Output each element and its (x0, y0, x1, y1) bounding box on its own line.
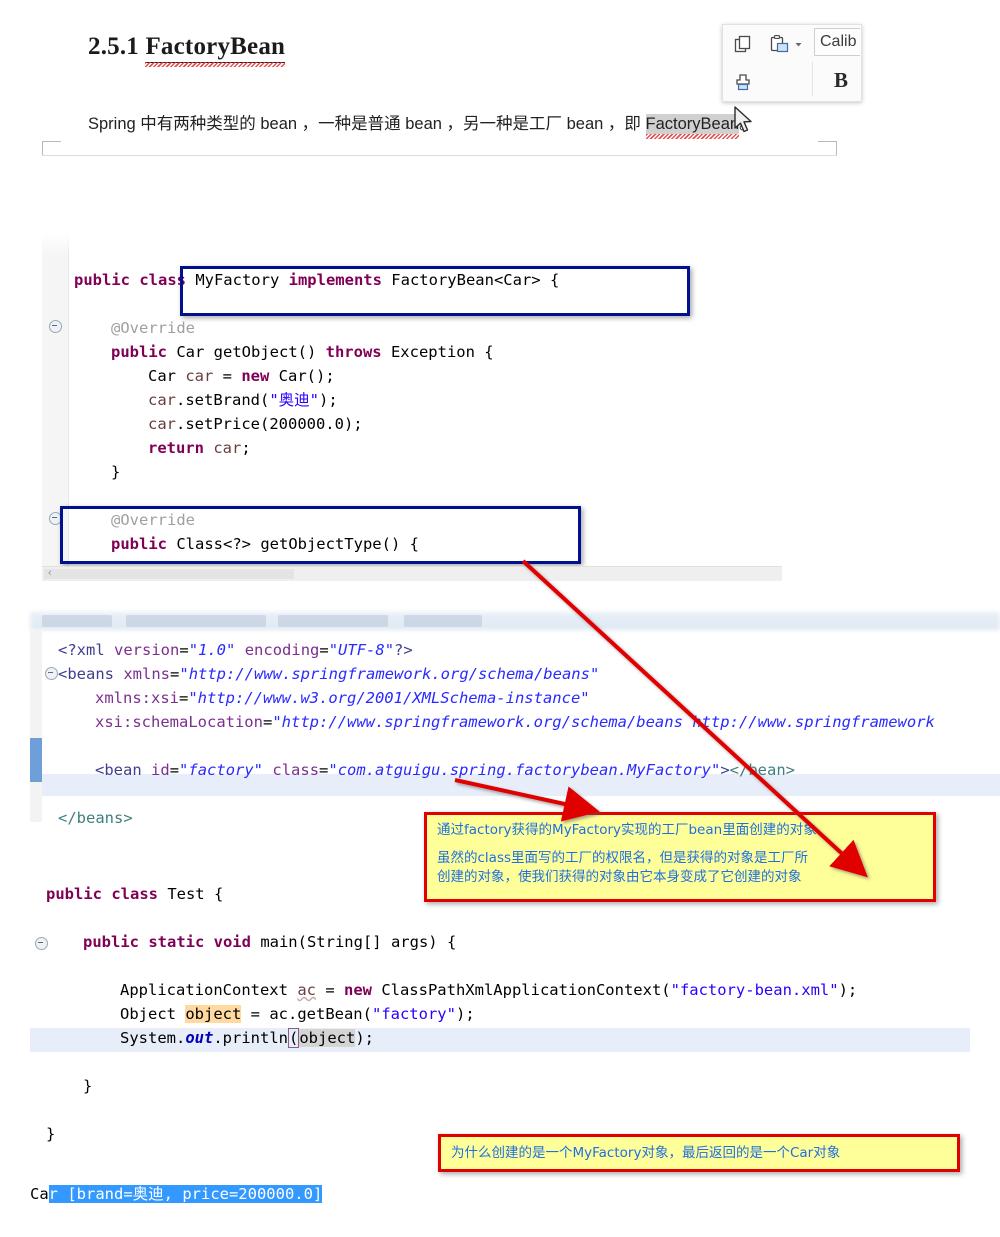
format-painter-icon (735, 73, 750, 90)
xml-editor-gutter (30, 630, 42, 822)
page-bottom-edge (42, 155, 837, 156)
page-corner-mark-left (42, 141, 61, 156)
console-selected-output: r [brand=奥迪, price=200000.0] (48, 1185, 323, 1203)
heading-title: FactoryBean (145, 33, 286, 60)
editor-tab[interactable] (278, 615, 388, 627)
code-line: ApplicationContext ac = new ClassPathXml… (120, 981, 858, 999)
editor-tab[interactable] (42, 615, 112, 627)
copy-button[interactable] (723, 25, 763, 63)
code-line: <?xml version="1.0" encoding="UTF-8"?> (58, 641, 413, 659)
code-line: Car car = new Car(); (148, 367, 335, 385)
font-name-value: Calib (820, 33, 857, 50)
format-painter-button[interactable] (723, 63, 763, 101)
changed-lines-marker (30, 738, 42, 782)
toolbar-divider (812, 62, 813, 96)
callout-line-3: 创建的对象，使我们获得的对象由它本身变成了它创建的对象 (437, 869, 802, 885)
word-document-page: 2.5.1 FactoryBean Spring 中有两种类型的 bean ，一… (0, 0, 1000, 160)
test-class-editor[interactable]: public class Test { public static void m… (30, 876, 970, 1156)
java-editor-horizontal-scrollbar[interactable]: ‹ (42, 566, 782, 581)
code-line: return car; (148, 439, 251, 457)
class-declaration-highlight-box (180, 266, 690, 316)
code-line: } (83, 1077, 93, 1095)
paragraph-text-part1: Spring 中有两种类型的 bean ，一种是普通 bean ，另一种是工厂 … (88, 115, 646, 133)
callout-line-2: 虽然的class里面写的工厂的权限名，但是获得的对象是工厂所 (437, 850, 809, 866)
annotation-callout-factory: 通过factory获得的MyFactory实现的工厂bean里面创建的对象 虽然… (424, 812, 936, 902)
code-line: <bean id="factory" class="com.atguigu.sp… (95, 761, 795, 779)
font-name-field[interactable]: Calib (814, 28, 860, 56)
paragraph-selected-term: FactoryBean (645, 114, 740, 139)
code-line: } (111, 463, 121, 481)
test-source-code[interactable]: public class Test { public static void m… (46, 882, 857, 1146)
code-line: public Car getObject() throws Exception … (111, 343, 494, 361)
chevron-down-icon[interactable] (794, 40, 803, 49)
scrollbar-thumb[interactable] (44, 569, 294, 579)
mouse-pointer-icon (734, 106, 752, 133)
callout-line-1: 为什么创建的是一个MyFactory对象，最后返回的是一个Car对象 (451, 1144, 841, 1161)
scroll-left-arrow-icon[interactable]: ‹ (48, 567, 52, 579)
page-title: 2.5.1 FactoryBean (88, 33, 286, 67)
bold-button[interactable]: B (822, 64, 860, 96)
code-fold-toggle[interactable] (49, 320, 62, 333)
editor-tab-active[interactable] (126, 615, 266, 627)
page-corner-mark-right (818, 141, 837, 156)
xml-source-code[interactable]: <?xml version="1.0" encoding="UTF-8"?> <b… (58, 638, 935, 830)
code-line: @Override (111, 319, 195, 337)
java-code-editor[interactable]: public class MyFactory implements Factor… (42, 228, 782, 580)
paragraph-highlight-text: FactoryBean (645, 115, 740, 133)
heading-title-wrap: FactoryBean (145, 33, 286, 67)
spellcheck-squiggle-icon (145, 62, 286, 67)
xml-config-editor[interactable]: <?xml version="1.0" encoding="UTF-8"?> <b… (30, 612, 1000, 827)
code-line: xmlns:xsi="http://www.w3.org/2001/XMLSch… (95, 689, 590, 707)
paste-icon (770, 34, 789, 52)
code-line: System.out.println(object); (120, 1028, 374, 1048)
code-line: Object object = ac.getBean("factory"); (120, 1005, 475, 1023)
console-prefix: Ca (30, 1185, 49, 1203)
paste-button[interactable] (763, 25, 809, 63)
code-line: car.setBrand("奥迪"); (148, 391, 338, 409)
heading-number: 2.5.1 (88, 33, 139, 60)
code-line: xsi:schemaLocation="http://www.springfra… (95, 713, 935, 731)
document-paragraph: Spring 中有两种类型的 bean ，一种是普通 bean ，另一种是工厂 … (88, 110, 888, 139)
code-line: <beans xmlns="http://www.springframework… (58, 665, 600, 683)
bold-label: B (833, 67, 848, 92)
callout-line-1: 通过factory获得的MyFactory实现的工厂bean里面创建的对象 (437, 822, 817, 838)
editor-tab[interactable] (404, 615, 482, 627)
console-output: Car [brand=奥迪, price=200000.0] (30, 1182, 430, 1216)
annotation-callout-question: 为什么创建的是一个MyFactory对象，最后返回的是一个Car对象 (438, 1134, 960, 1172)
code-fold-toggle[interactable] (45, 667, 58, 680)
copy-icon (734, 35, 750, 52)
editor-top-fade (42, 228, 782, 256)
getobjecttype-highlight-box (60, 506, 581, 564)
spellcheck-squiggle-icon (645, 134, 740, 139)
code-line: car.setPrice(200000.0); (148, 415, 363, 433)
code-line: public static void main(String[] args) { (83, 933, 457, 951)
